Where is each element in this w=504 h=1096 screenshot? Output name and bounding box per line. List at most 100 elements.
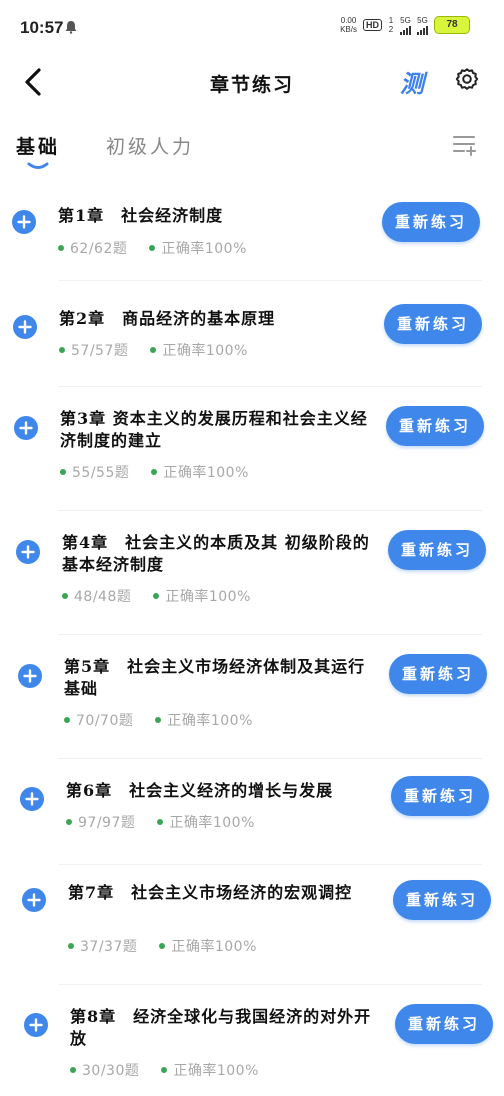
chapter-meta: 70/70题 正确率100% [64, 710, 253, 730]
accuracy-text: 正确率100% [165, 589, 251, 605]
green-dot-icon [150, 347, 157, 353]
green-dot-icon [159, 943, 166, 949]
green-dot-icon [66, 819, 72, 825]
signal-1: 5G [400, 16, 411, 35]
green-dot-icon [149, 245, 156, 251]
green-dot-icon [153, 593, 160, 599]
chapter-title[interactable]: 第1章 社会经济制度 [58, 205, 368, 227]
redo-practice-button[interactable]: 重新练习 [391, 776, 489, 816]
divider [58, 634, 482, 635]
accuracy: 正确率100% [149, 238, 247, 258]
tab-junior-hr[interactable]: 初级人力 [106, 132, 194, 159]
chapter-item: 第8章 经济全球化与我国经济的对外开放 30/30题 正确率100% 重新练习 [0, 1000, 504, 1090]
question-count: 48/48题 [62, 586, 131, 606]
hd-badge: HD [363, 19, 382, 31]
expand-plus-icon[interactable] [20, 787, 44, 811]
chapter-item: 第4章 社会主义的本质及其 初级阶段的基本经济制度 48/48题 正确率100%… [0, 524, 504, 635]
tab-bar: 基础 初级人力 [0, 122, 504, 172]
green-dot-icon [64, 717, 70, 723]
accuracy-text: 正确率100% [163, 465, 249, 481]
question-count: 37/37题 [68, 936, 137, 956]
chapter-title[interactable]: 第4章 社会主义的本质及其 初级阶段的基本经济制度 [62, 532, 372, 576]
chapter-meta: 62/62题 正确率100% [58, 238, 247, 258]
gear-icon[interactable] [454, 66, 480, 92]
question-count-text: 70/70题 [76, 713, 134, 729]
green-dot-icon [161, 1067, 168, 1073]
accuracy: 正确率100% [157, 812, 255, 832]
status-bar: 10:57 0.00 KB/s HD 1 2 5G 5G 78 [0, 0, 504, 52]
redo-practice-button[interactable]: 重新练习 [395, 1004, 493, 1044]
divider [58, 280, 482, 281]
green-dot-icon [151, 469, 158, 475]
expand-plus-icon[interactable] [16, 540, 40, 564]
divider [58, 864, 482, 865]
question-count-text: 30/30题 [82, 1063, 140, 1079]
chapter-title[interactable]: 第8章 经济全球化与我国经济的对外开放 [70, 1006, 380, 1050]
green-dot-icon [68, 943, 74, 949]
status-time: 10:57 [20, 18, 64, 37]
expand-plus-icon[interactable] [22, 888, 46, 912]
net-speed-value: 0.00 [340, 16, 357, 25]
expand-plus-icon[interactable] [24, 1013, 48, 1037]
accuracy-text: 正确率100% [173, 1063, 259, 1079]
chapter-item: 第5章 社会主义市场经济体制及其运行基础 70/70题 正确率100% 重新练习 [0, 648, 504, 759]
chapter-meta: 30/30题 正确率100% [70, 1060, 259, 1080]
accuracy: 正确率100% [161, 1060, 259, 1080]
chapter-title[interactable]: 第3章 资本主义的发展历程和社会主义经济制度的建立 [60, 408, 370, 452]
chapter-item: 第7章 社会主义市场经济的宏观调控 37/37题 正确率100% 重新练习 [0, 876, 504, 985]
nav-bar: 章节练习 测 [0, 52, 504, 112]
accuracy: 正确率100% [151, 462, 249, 482]
expand-plus-icon[interactable] [18, 664, 42, 688]
question-count: 62/62题 [58, 238, 127, 258]
chapter-title[interactable]: 第2章 商品经济的基本原理 [59, 308, 369, 330]
green-dot-icon [58, 245, 64, 251]
question-count-text: 55/55题 [72, 465, 130, 481]
question-count-text: 57/57题 [71, 343, 129, 359]
expand-plus-icon[interactable] [14, 416, 38, 440]
accuracy: 正确率100% [150, 340, 248, 360]
question-count-text: 62/62题 [70, 241, 128, 257]
redo-practice-button[interactable]: 重新练习 [393, 880, 491, 920]
expand-plus-icon[interactable] [12, 210, 36, 234]
tab-basic[interactable]: 基础 [16, 132, 60, 159]
redo-practice-button[interactable]: 重新练习 [384, 304, 482, 344]
hd-sub: 1 2 [388, 16, 394, 34]
status-right: 0.00 KB/s HD 1 2 5G 5G 78 [340, 14, 470, 36]
chapter-title[interactable]: 第5章 社会主义市场经济体制及其运行基础 [64, 656, 374, 700]
chapter-title[interactable]: 第6章 社会主义经济的增长与发展 [66, 780, 376, 802]
green-dot-icon [155, 717, 162, 723]
chapter-item: 第2章 商品经济的基本原理 57/57题 正确率100% 重新练习 [0, 298, 504, 388]
green-dot-icon [70, 1067, 76, 1073]
question-count: 30/30题 [70, 1060, 139, 1080]
redo-practice-button[interactable]: 重新练习 [386, 406, 484, 446]
filter-list-icon[interactable] [452, 132, 476, 156]
test-icon[interactable]: 测 [400, 64, 430, 98]
expand-plus-icon[interactable] [13, 315, 37, 339]
chapter-item: 第3章 资本主义的发展历程和社会主义经济制度的建立 55/55题 正确率100%… [0, 400, 504, 511]
redo-practice-button[interactable]: 重新练习 [389, 654, 487, 694]
redo-practice-button[interactable]: 重新练习 [382, 202, 480, 242]
question-count-text: 48/48题 [74, 589, 132, 605]
qq-notification-icon [65, 21, 77, 34]
signal-2: 5G [417, 16, 428, 35]
net-speed: 0.00 KB/s [340, 16, 357, 34]
battery-icon: 78 [434, 16, 470, 34]
question-count: 55/55题 [60, 462, 129, 482]
divider [58, 984, 482, 985]
divider [58, 510, 482, 511]
signal-2-label: 5G [417, 15, 428, 25]
redo-practice-button[interactable]: 重新练习 [388, 530, 486, 570]
accuracy-text: 正确率100% [171, 939, 257, 955]
green-dot-icon [62, 593, 68, 599]
signal-1-label: 5G [400, 15, 411, 25]
accuracy-text: 正确率100% [167, 713, 253, 729]
chapter-title[interactable]: 第7章 社会主义市场经济的宏观调控 [68, 882, 378, 904]
chapter-item: 第1章 社会经济制度 62/62题 正确率100% 重新练习 [0, 190, 504, 281]
question-count: 97/97题 [66, 812, 135, 832]
green-dot-icon [157, 819, 164, 825]
chapter-meta: 97/97题 正确率100% [66, 812, 255, 832]
accuracy: 正确率100% [155, 710, 253, 730]
net-speed-unit: KB/s [340, 25, 357, 34]
accuracy: 正确率100% [159, 936, 257, 956]
tab-active-indicator [27, 162, 49, 169]
